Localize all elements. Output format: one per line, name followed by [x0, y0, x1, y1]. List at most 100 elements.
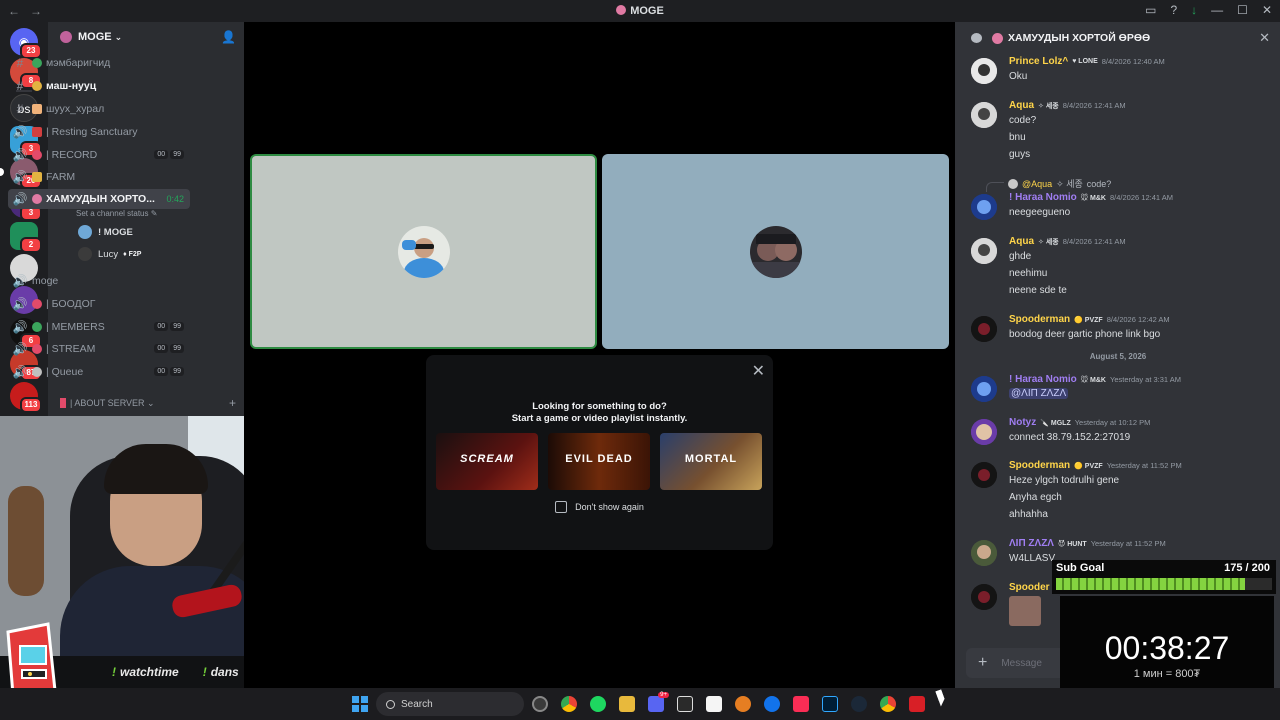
avatar[interactable]	[971, 194, 997, 220]
avatar	[78, 247, 92, 261]
server-icon[interactable]: 2	[10, 222, 42, 253]
message-text: boodog deer gartic phone link bgo	[1009, 329, 1161, 340]
timestamp: Yesterday at 11:52 PM	[1090, 539, 1166, 548]
channel-name: | STREAM	[46, 342, 96, 355]
avatar[interactable]	[971, 376, 997, 402]
username[interactable]: ! Haraa Nomio	[1009, 374, 1077, 385]
channel-name: | БООДОГ	[46, 297, 96, 310]
avatar[interactable]	[971, 584, 997, 610]
user-limit: 00 99	[154, 150, 184, 159]
popup-line-2: Start a game or video playlist instantly…	[511, 413, 688, 424]
message-text: connect 38.79.152.2:27019	[1009, 432, 1131, 443]
username[interactable]: Notyz	[1009, 417, 1036, 428]
add-attachment-icon[interactable]: +	[978, 654, 987, 672]
role-tag: ✧ 세종	[1056, 179, 1083, 189]
discord-icon[interactable]: 9+	[648, 692, 669, 712]
avatar[interactable]	[971, 419, 997, 445]
avatar[interactable]	[971, 316, 997, 342]
channel-item[interactable]: 🔊 FARM	[8, 166, 190, 187]
obs-icon[interactable]	[532, 696, 548, 712]
channel-item[interactable]: 🔊 moge	[8, 270, 190, 291]
active-voice-channel[interactable]: 🔊 ХАМУУДЫН ХОРТО... 0:42	[8, 189, 190, 209]
avatar[interactable]	[971, 102, 997, 128]
channel-name: | Queue	[46, 365, 84, 378]
invite-people-icon[interactable]: 👤	[221, 30, 236, 44]
participant-tile[interactable]	[250, 154, 597, 349]
channel-item[interactable]: # шуух_хурал	[8, 98, 190, 119]
username[interactable]: Aqua	[1009, 236, 1034, 247]
channel-name: маш-нууц	[46, 79, 97, 92]
windows-start-icon[interactable]	[352, 696, 368, 712]
forward-arrow-icon[interactable]: →	[30, 4, 42, 18]
capcut-icon[interactable]	[677, 696, 693, 712]
channel-status-hint[interactable]: Set a channel status ✎	[76, 209, 157, 218]
username[interactable]: Prince Lolz^	[1009, 56, 1068, 67]
file-explorer-icon[interactable]	[619, 696, 635, 712]
channel-item[interactable]: 🔊 | Queue 00 99	[8, 361, 190, 382]
reply-reference[interactable]: @Aqua ✧ 세종 code?	[986, 177, 1112, 192]
avatar[interactable]	[971, 58, 997, 84]
claude-icon[interactable]	[735, 696, 751, 712]
guild-header[interactable]: MOGE ⌄ 👤	[48, 22, 244, 52]
channel-item[interactable]: 🔊 | Resting Sanctuary	[8, 121, 190, 142]
channel-item[interactable]: 🔊 | БООДОГ	[8, 293, 190, 314]
add-channel-icon[interactable]: +	[229, 396, 236, 410]
inbox-icon[interactable]: ▭	[1145, 3, 1156, 17]
channel-name: moge	[32, 274, 59, 287]
help-icon[interactable]: ?	[1170, 3, 1177, 17]
channel-item[interactable]: 🔊 | RECORD 00 99	[8, 144, 190, 165]
download-icon[interactable]: ↓	[1191, 3, 1197, 17]
voice-user[interactable]: ! MOGE	[78, 223, 238, 241]
avatar[interactable]	[971, 540, 997, 566]
sub-goal-bar	[1056, 578, 1272, 590]
message-text: bnu	[1009, 132, 1026, 143]
reply-text: code?	[1086, 178, 1112, 189]
streamer-app-icon[interactable]	[909, 696, 925, 712]
username[interactable]: Spooderman	[1009, 460, 1070, 471]
activity-card[interactable]: SCREAM	[436, 433, 538, 490]
image-attachment[interactable]	[1009, 596, 1041, 626]
music-icon[interactable]	[793, 696, 809, 712]
timestamp: 8/4/2026 12:41 AM	[1062, 237, 1126, 246]
steam-icon[interactable]	[851, 696, 867, 712]
username[interactable]: ! Haraa Nomio	[1009, 192, 1077, 203]
windows-taskbar: Search 9+	[0, 688, 1280, 720]
close-window-icon[interactable]: ✕	[1262, 3, 1272, 17]
avatar[interactable]	[971, 238, 997, 264]
minimize-icon[interactable]: —	[1211, 3, 1223, 17]
channel-item[interactable]: # маш-нууц	[8, 75, 190, 96]
avatar[interactable]	[971, 462, 997, 488]
username[interactable]: ΛIП ZΛZΛ	[1009, 538, 1054, 549]
category-header[interactable]: | ABOUT SERVER ⌄ +	[60, 396, 236, 410]
user-mention[interactable]: @ΛIП ZΛZΛ	[1009, 388, 1069, 399]
photoshop-icon[interactable]	[822, 696, 838, 712]
participant-tile[interactable]	[602, 154, 949, 349]
server-icon[interactable]: 113	[10, 382, 42, 413]
edge-icon[interactable]	[764, 696, 780, 712]
username[interactable]: Aqua	[1009, 100, 1034, 111]
notion-icon[interactable]	[706, 696, 722, 712]
chrome-icon[interactable]	[561, 696, 577, 712]
emoji-icon	[32, 343, 42, 354]
close-icon[interactable]: ✕	[752, 361, 765, 381]
checkbox[interactable]	[555, 501, 568, 513]
channel-item[interactable]: 🔊 | MEMBERS 00 99	[8, 316, 190, 337]
channel-item[interactable]: 🔊 | STREAM 00 99	[8, 338, 190, 359]
chevron-down-icon: ⌄	[147, 397, 155, 408]
close-chat-icon[interactable]: ✕	[1259, 30, 1270, 46]
maximize-icon[interactable]: ☐	[1237, 3, 1248, 17]
username[interactable]: Spooderman	[1009, 314, 1070, 325]
username[interactable]: Spooder	[1009, 582, 1050, 593]
activity-card[interactable]: EVIL DEAD	[548, 433, 650, 490]
spotify-icon[interactable]	[590, 696, 606, 712]
chrome-icon[interactable]	[880, 696, 896, 712]
activity-card[interactable]: MORTAL	[660, 433, 762, 490]
server-emoji-icon	[32, 194, 42, 204]
back-arrow-icon[interactable]: ←	[8, 4, 20, 18]
speaker-icon: 🔊	[12, 192, 28, 206]
voice-user[interactable]: Lucy ♦ F2P	[78, 245, 238, 263]
channel-item[interactable]: # мэмбаригчид	[8, 52, 190, 73]
taskbar-search[interactable]: Search	[376, 692, 524, 716]
dont-show-again[interactable]: Don't show again	[426, 501, 773, 513]
timestamp: Yesterday at 11:52 PM	[1106, 461, 1182, 470]
